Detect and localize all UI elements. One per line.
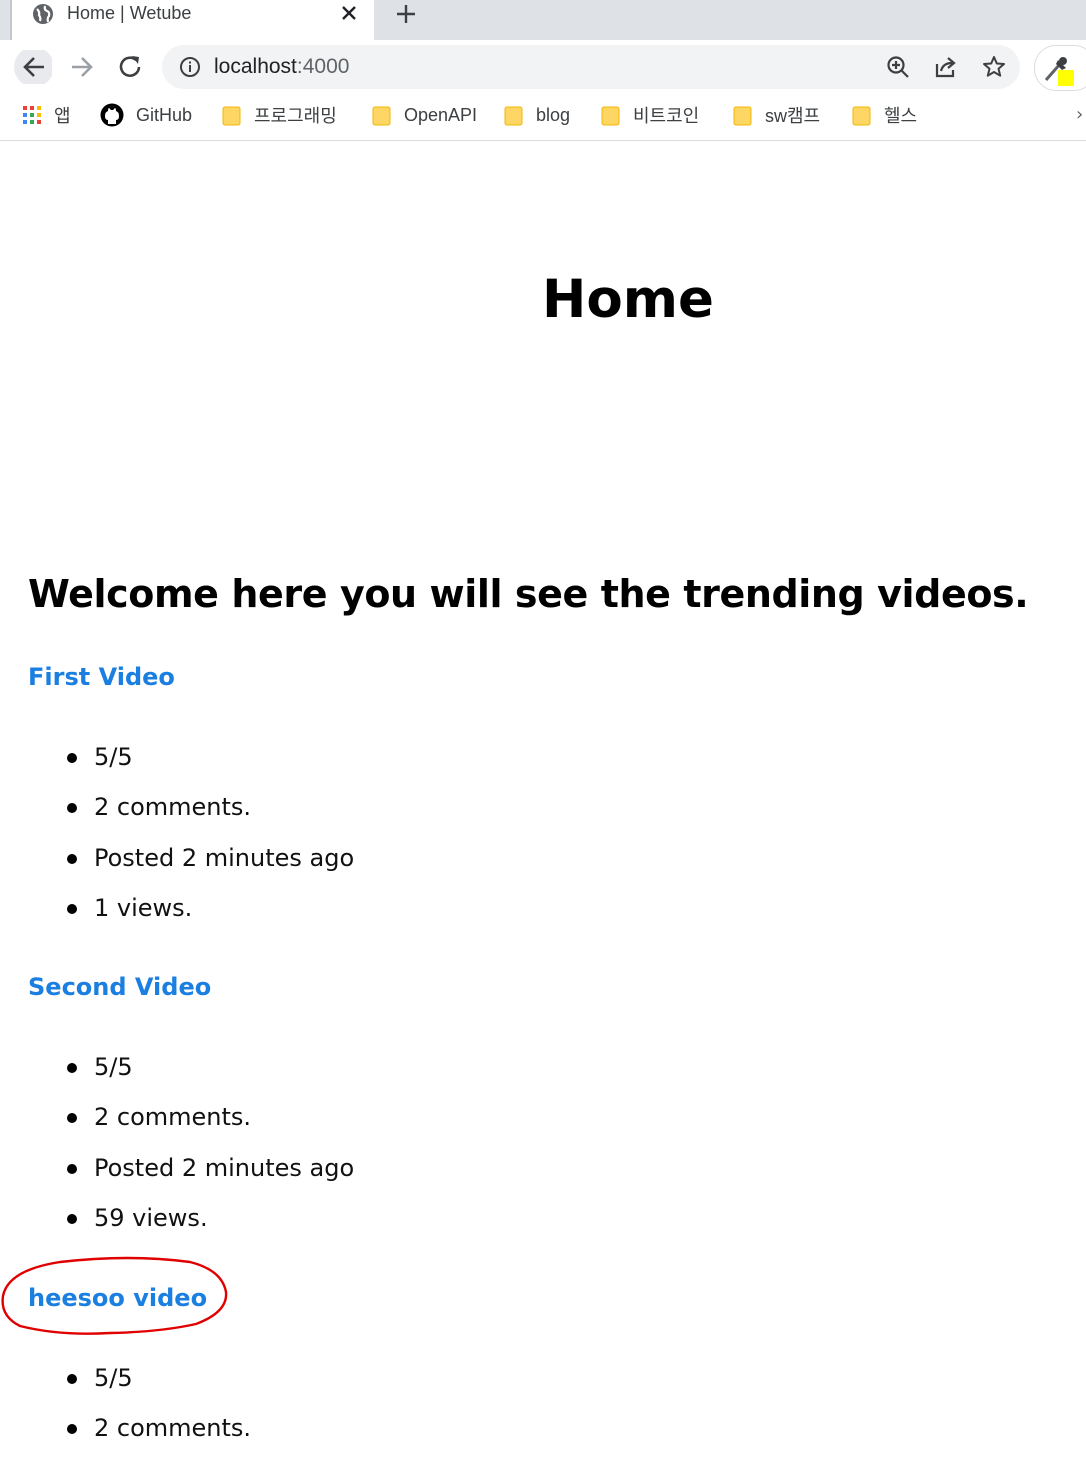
- video-rating: 5/5: [0, 1052, 354, 1102]
- bookmark-label: sw캠프: [765, 106, 821, 126]
- video-meta-list: 5/5 2 comments.: [0, 1363, 251, 1464]
- bookmark-label: 헬스: [884, 106, 918, 126]
- bookmark-folder-blog[interactable]: blog: [504, 100, 570, 130]
- share-icon[interactable]: [933, 54, 959, 80]
- url-host: localhost: [214, 55, 297, 78]
- video-link-first[interactable]: First Video: [28, 662, 175, 692]
- tab-title[interactable]: Home | Wetube: [67, 2, 191, 24]
- globe-icon: [33, 4, 53, 24]
- bookmark-label: 비트코인: [633, 106, 700, 126]
- bookmark-apps[interactable]: 앱: [22, 100, 71, 130]
- folder-icon: [504, 106, 523, 126]
- site-info-icon[interactable]: [178, 55, 202, 79]
- bookmark-github[interactable]: GitHub: [100, 100, 192, 130]
- folder-icon: [852, 106, 871, 126]
- bookmark-folder-bitcoin[interactable]: 비트코인: [601, 100, 699, 130]
- video-posted: Posted 2 minutes ago: [0, 843, 354, 893]
- tab-divider: [10, 0, 12, 40]
- apps-grid-icon: [23, 106, 41, 124]
- bookmark-label: 앱: [54, 106, 71, 126]
- bookmarks-overflow-button[interactable]: ›: [1076, 104, 1083, 125]
- folder-icon: [601, 106, 620, 126]
- folder-icon: [733, 106, 752, 126]
- folder-icon: [222, 106, 241, 126]
- video-meta-list: 5/5 2 comments. Posted 2 minutes ago 1 v…: [0, 742, 354, 943]
- welcome-heading: Welcome here you will see the trending v…: [28, 572, 1029, 616]
- new-tab-icon[interactable]: [394, 2, 418, 26]
- bookmark-folder-programming[interactable]: 프로그래밍: [222, 100, 337, 130]
- bookmark-label: GitHub: [136, 104, 193, 125]
- bookmark-star-icon[interactable]: [981, 54, 1007, 80]
- video-comments: 2 comments.: [0, 1413, 251, 1463]
- video-posted: Posted 2 minutes ago: [0, 1153, 354, 1203]
- url-port: :4000: [296, 55, 350, 78]
- close-tab-icon[interactable]: [338, 2, 360, 24]
- video-link-heesoo[interactable]: heesoo video: [28, 1283, 207, 1313]
- bookmark-folder-openapi[interactable]: OpenAPI: [372, 100, 477, 130]
- page-title: Home: [542, 269, 714, 330]
- video-link-second[interactable]: Second Video: [28, 972, 211, 1002]
- url-text[interactable]: localhost:4000: [214, 54, 349, 80]
- bookmark-label: 프로그래밍: [254, 106, 337, 126]
- active-tab[interactable]: [10, 0, 374, 40]
- eyedropper-extension-icon[interactable]: [1040, 52, 1080, 86]
- zoom-icon[interactable]: [885, 54, 911, 80]
- bookmark-folder-swcamp[interactable]: sw캠프: [733, 100, 820, 130]
- folder-icon: [372, 106, 391, 126]
- video-comments: 2 comments.: [0, 1102, 354, 1152]
- reload-button[interactable]: [110, 50, 150, 84]
- back-button[interactable]: [12, 50, 52, 84]
- video-views: 1 views.: [0, 893, 354, 943]
- video-rating: 5/5: [0, 742, 354, 792]
- video-views: 59 views.: [0, 1203, 354, 1253]
- video-rating: 5/5: [0, 1363, 251, 1413]
- forward-button[interactable]: [62, 50, 102, 84]
- bookmark-folder-health[interactable]: 헬스: [852, 100, 917, 130]
- video-comments: 2 comments.: [0, 792, 354, 842]
- github-icon: [100, 103, 124, 127]
- bookmark-label: blog: [536, 104, 571, 125]
- video-meta-list: 5/5 2 comments. Posted 2 minutes ago 59 …: [0, 1052, 354, 1253]
- bookmark-label: OpenAPI: [404, 104, 478, 125]
